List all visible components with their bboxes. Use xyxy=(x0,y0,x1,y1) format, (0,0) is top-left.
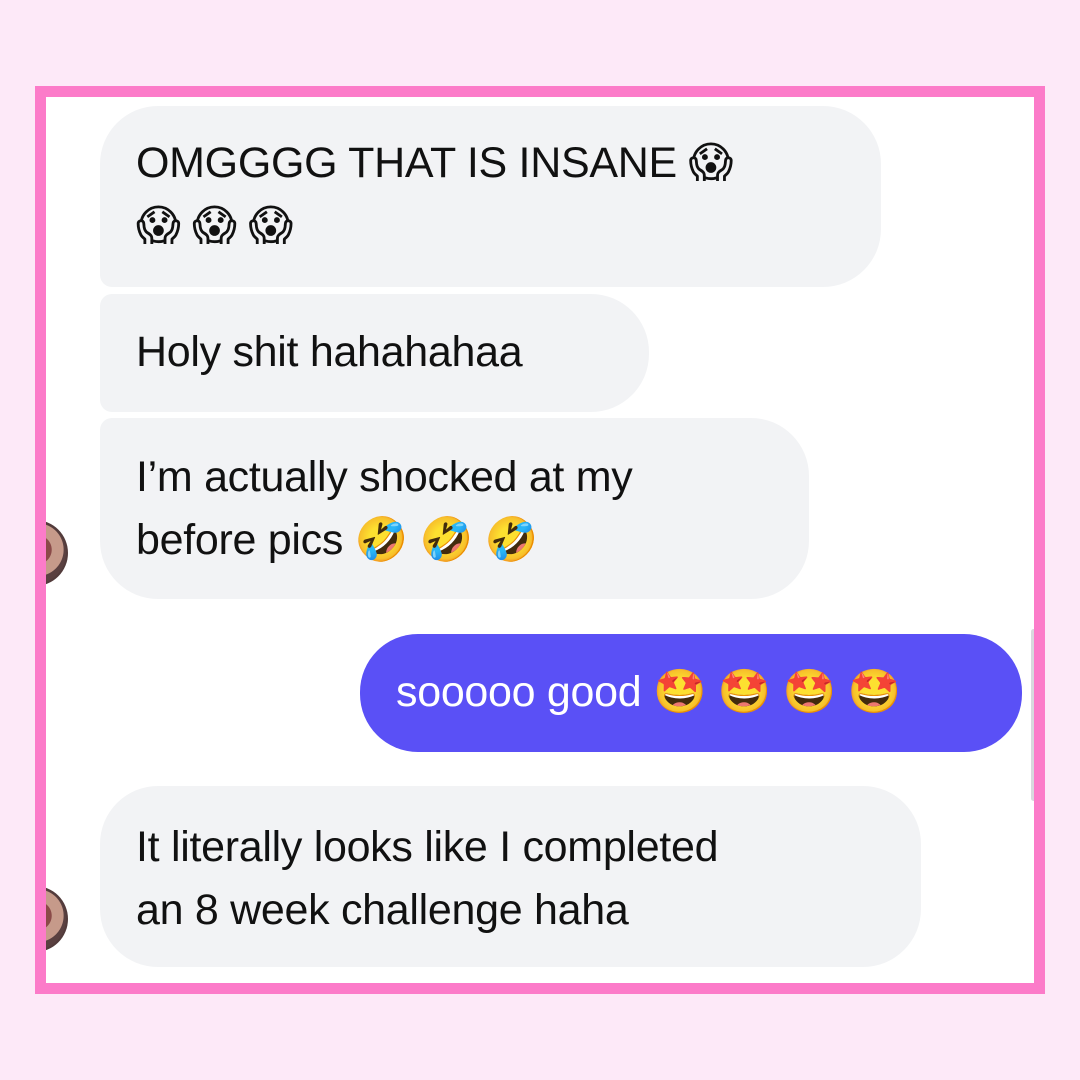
incoming-message-bubble[interactable]: It literally looks like I completed an 8… xyxy=(100,786,921,967)
contact-avatar[interactable] xyxy=(46,520,68,586)
avatar-ring xyxy=(46,520,68,586)
screenshot-frame: OMGGGG THAT IS INSANE 😱 😱 😱 😱 Holy shit … xyxy=(35,86,1045,994)
outgoing-message-bubble[interactable]: sooooo good 🤩 🤩 🤩 🤩 xyxy=(360,634,1022,752)
chat-thread: OMGGGG THAT IS INSANE 😱 😱 😱 😱 Holy shit … xyxy=(46,97,1034,983)
incoming-message-bubble[interactable]: Holy shit hahahahaa xyxy=(100,294,649,412)
incoming-message-bubble[interactable]: OMGGGG THAT IS INSANE 😱 😱 😱 😱 xyxy=(100,106,881,287)
avatar-ring xyxy=(46,886,68,952)
incoming-message-bubble[interactable]: I’m actually shocked at my before pics 🤣… xyxy=(100,418,809,599)
chat-scrollbar[interactable] xyxy=(1031,629,1034,801)
contact-avatar[interactable] xyxy=(46,886,68,952)
